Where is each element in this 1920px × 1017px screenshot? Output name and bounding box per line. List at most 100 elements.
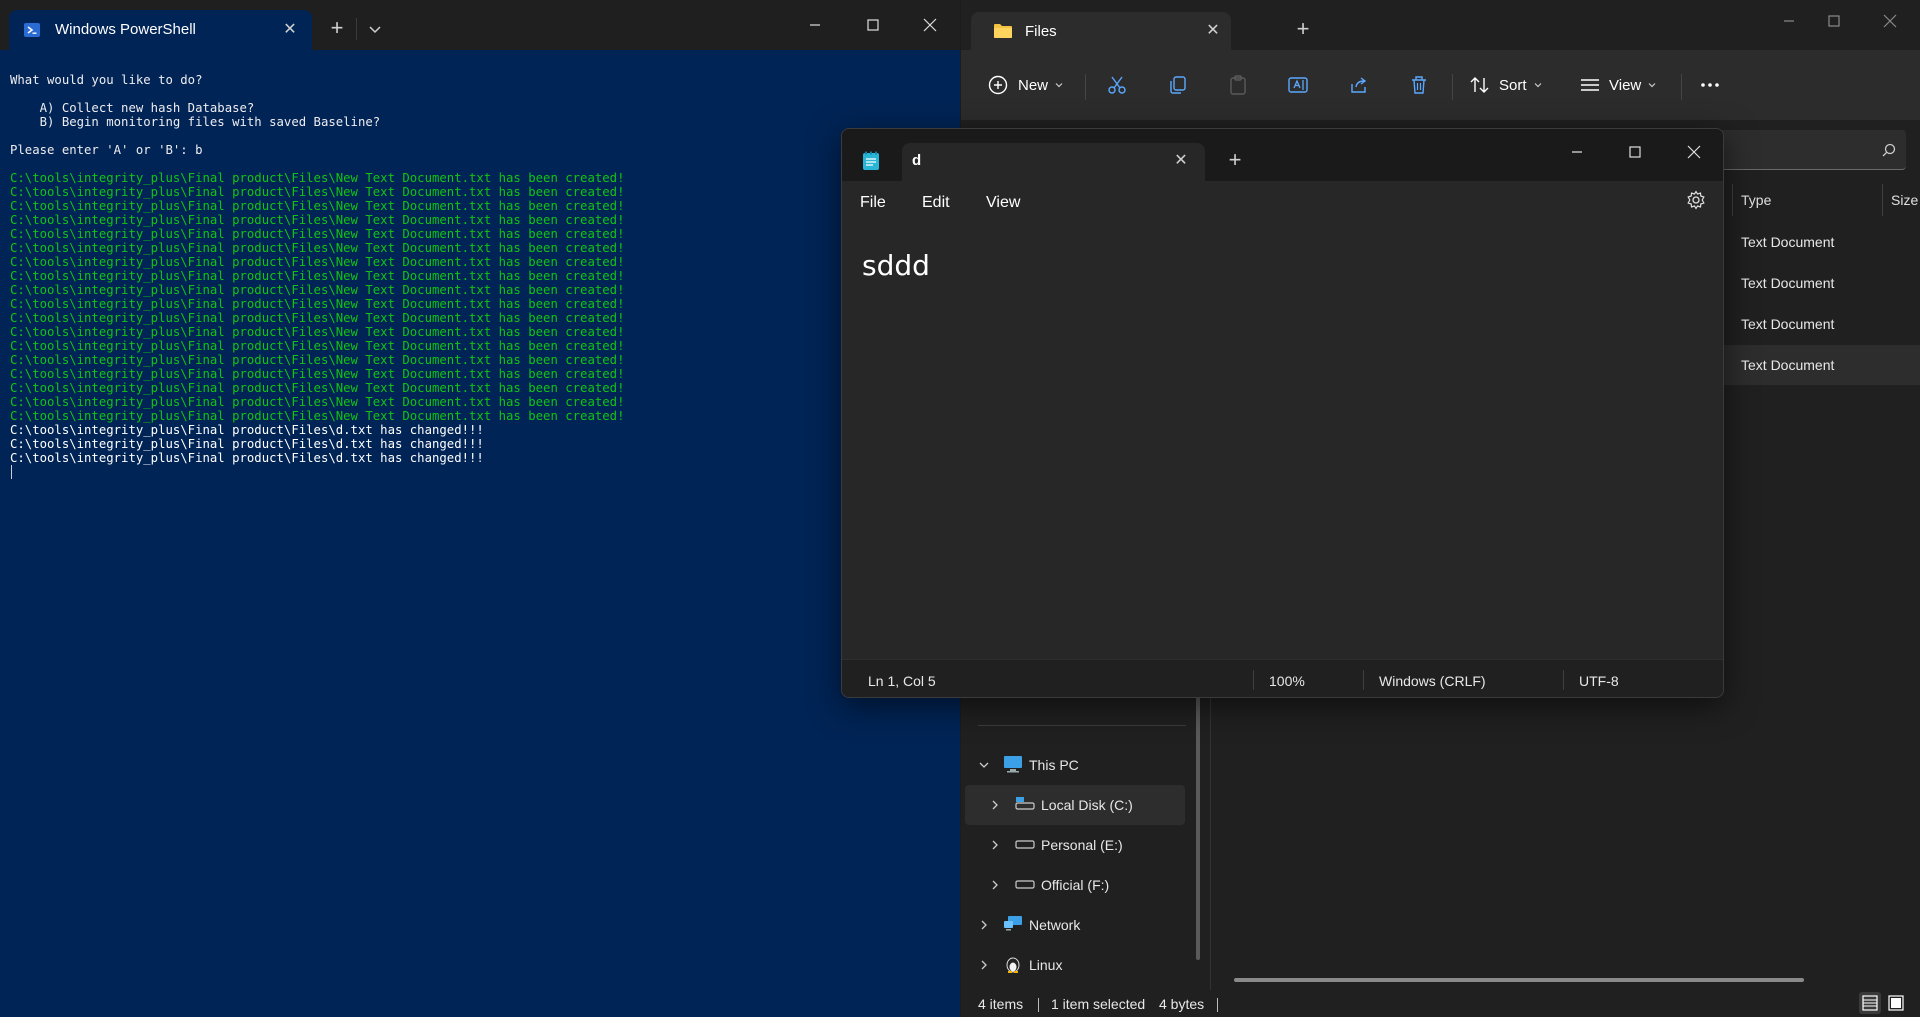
terminal-titlebar[interactable]: Windows PowerShell ✕ + — [0, 0, 960, 50]
files-statusbar: 4 items 1 item selected 4 bytes — [961, 990, 1920, 1017]
rename-button[interactable] — [1287, 66, 1309, 104]
files-toolbar: New Sort View — [961, 50, 1920, 120]
close-icon[interactable]: ✕ — [1202, 20, 1224, 42]
text-editor[interactable]: sddd — [842, 225, 1723, 655]
line-ending[interactable]: Windows (CRLF) — [1379, 673, 1486, 689]
sidebar-item-network[interactable]: Network — [965, 905, 1185, 945]
menu-edit[interactable]: Edit — [922, 194, 950, 212]
column-header-size[interactable]: Size — [1891, 192, 1918, 208]
column-divider[interactable] — [1882, 184, 1883, 216]
new-tab-button[interactable]: + — [1222, 148, 1248, 174]
menu-file[interactable]: File — [860, 194, 886, 212]
close-button[interactable] — [1671, 137, 1717, 167]
console-line: C:\tools\integrity_plus\Final product\Fi… — [10, 395, 625, 409]
more-options-button[interactable] — [1698, 66, 1722, 104]
trash-icon — [1408, 74, 1430, 96]
ellipsis-icon — [1698, 74, 1722, 96]
chevron-down-icon[interactable] — [363, 17, 387, 41]
notepad-titlebar[interactable]: d ✕ + — [842, 129, 1723, 181]
console-line: C:\tools\integrity_plus\Final product\Fi… — [10, 339, 625, 353]
copy-button[interactable] — [1167, 66, 1189, 104]
console-line: C:\tools\integrity_plus\Final product\Fi… — [10, 325, 625, 339]
files-sidebar: This PC Local Disk (C:) Personal (E:) Of… — [961, 690, 1201, 990]
terminal-tab[interactable]: Windows PowerShell ✕ — [9, 10, 312, 50]
close-button[interactable] — [1867, 6, 1913, 36]
sidebar-item-label: Personal (E:) — [1041, 837, 1123, 853]
menu-view[interactable]: View — [986, 194, 1020, 212]
file-type: Text Document — [1741, 275, 1835, 291]
drive-icon — [1015, 835, 1035, 856]
close-button[interactable] — [907, 8, 953, 42]
chevron-down-icon[interactable] — [978, 758, 990, 774]
folder-icon — [993, 22, 1013, 45]
console-line: C:\tools\integrity_plus\Final product\Fi… — [10, 185, 625, 199]
chevron-right-icon[interactable] — [978, 918, 990, 934]
zoom-level[interactable]: 100% — [1269, 673, 1305, 689]
files-tab[interactable]: Files ✕ — [971, 12, 1231, 50]
cut-button[interactable] — [1106, 66, 1128, 104]
sidebar-item-linux[interactable]: Linux — [965, 945, 1185, 985]
chevron-right-icon[interactable] — [989, 878, 1001, 894]
sidebar-item-official[interactable]: Official (F:) — [965, 865, 1185, 905]
sidebar-item-this-pc[interactable]: This PC — [965, 745, 1185, 785]
sidebar-item-local-disk[interactable]: Local Disk (C:) — [965, 785, 1185, 825]
console-line: C:\tools\integrity_plus\Final product\Fi… — [10, 311, 625, 325]
chevron-down-icon — [1533, 80, 1543, 90]
editor-content: sddd — [862, 249, 930, 282]
console-line: B) Begin monitoring files with saved Bas… — [10, 115, 381, 129]
gear-icon[interactable] — [1686, 190, 1706, 215]
maximize-button[interactable] — [850, 8, 896, 42]
terminal-output[interactable]: What would you like to do? A) Collect ne… — [10, 73, 950, 479]
divider — [1363, 670, 1364, 690]
network-icon — [1003, 915, 1023, 936]
computer-icon — [1003, 755, 1023, 776]
console-line: What would you like to do? — [10, 73, 203, 87]
console-line: A) Collect new hash Database? — [10, 101, 255, 115]
share-button[interactable] — [1348, 66, 1370, 104]
minimize-button[interactable] — [1766, 6, 1812, 36]
powershell-window: Windows PowerShell ✕ + What would you li… — [0, 0, 960, 1017]
divider — [1038, 998, 1039, 1012]
notepad-window: d ✕ + File Edit View sddd Ln 1, Col 5 10… — [841, 128, 1724, 698]
view-button[interactable]: View — [1579, 66, 1657, 104]
close-icon[interactable]: ✕ — [279, 19, 301, 41]
new-tab-button[interactable]: + — [324, 16, 350, 42]
notepad-tab[interactable]: d ✕ — [902, 143, 1205, 181]
status-selected: 1 item selected — [1051, 996, 1146, 1012]
delete-button[interactable] — [1408, 66, 1430, 104]
details-view-icon[interactable] — [1859, 992, 1881, 1014]
sort-button-label: Sort — [1499, 76, 1527, 94]
maximize-button[interactable] — [1612, 137, 1658, 167]
column-header-type[interactable]: Type — [1741, 192, 1771, 208]
chevron-right-icon[interactable] — [978, 958, 990, 974]
drive-icon — [1015, 795, 1035, 816]
sidebar-scrollbar[interactable] — [1196, 690, 1200, 960]
minimize-button[interactable] — [792, 8, 838, 42]
column-divider[interactable] — [1732, 184, 1733, 216]
sort-button[interactable]: Sort — [1469, 66, 1543, 104]
encoding[interactable]: UTF-8 — [1579, 673, 1619, 689]
maximize-button[interactable] — [1811, 6, 1857, 36]
sidebar-item-personal[interactable]: Personal (E:) — [965, 825, 1185, 865]
minimize-button[interactable] — [1554, 137, 1600, 167]
console-line: C:\tools\integrity_plus\Final product\Fi… — [10, 269, 625, 283]
horizontal-scrollbar[interactable] — [1234, 978, 1804, 982]
close-icon[interactable]: ✕ — [1170, 150, 1192, 172]
divider — [1563, 670, 1564, 690]
sidebar-item-label: This PC — [1029, 757, 1079, 773]
sidebar-item-label: Linux — [1029, 957, 1063, 973]
powershell-icon — [23, 21, 41, 39]
console-line: Please enter 'A' or 'B': b — [10, 143, 203, 157]
pane-divider[interactable] — [1210, 690, 1211, 990]
new-tab-button[interactable]: + — [1290, 17, 1316, 43]
paste-button[interactable] — [1227, 66, 1249, 104]
tiles-view-icon[interactable] — [1885, 992, 1907, 1014]
console-line: C:\tools\integrity_plus\Final product\Fi… — [10, 409, 625, 423]
chevron-right-icon[interactable] — [989, 798, 1001, 814]
files-titlebar[interactable]: Files ✕ + — [961, 0, 1920, 50]
chevron-right-icon[interactable] — [989, 838, 1001, 854]
new-button[interactable]: New — [987, 66, 1064, 104]
divider — [978, 725, 1186, 726]
